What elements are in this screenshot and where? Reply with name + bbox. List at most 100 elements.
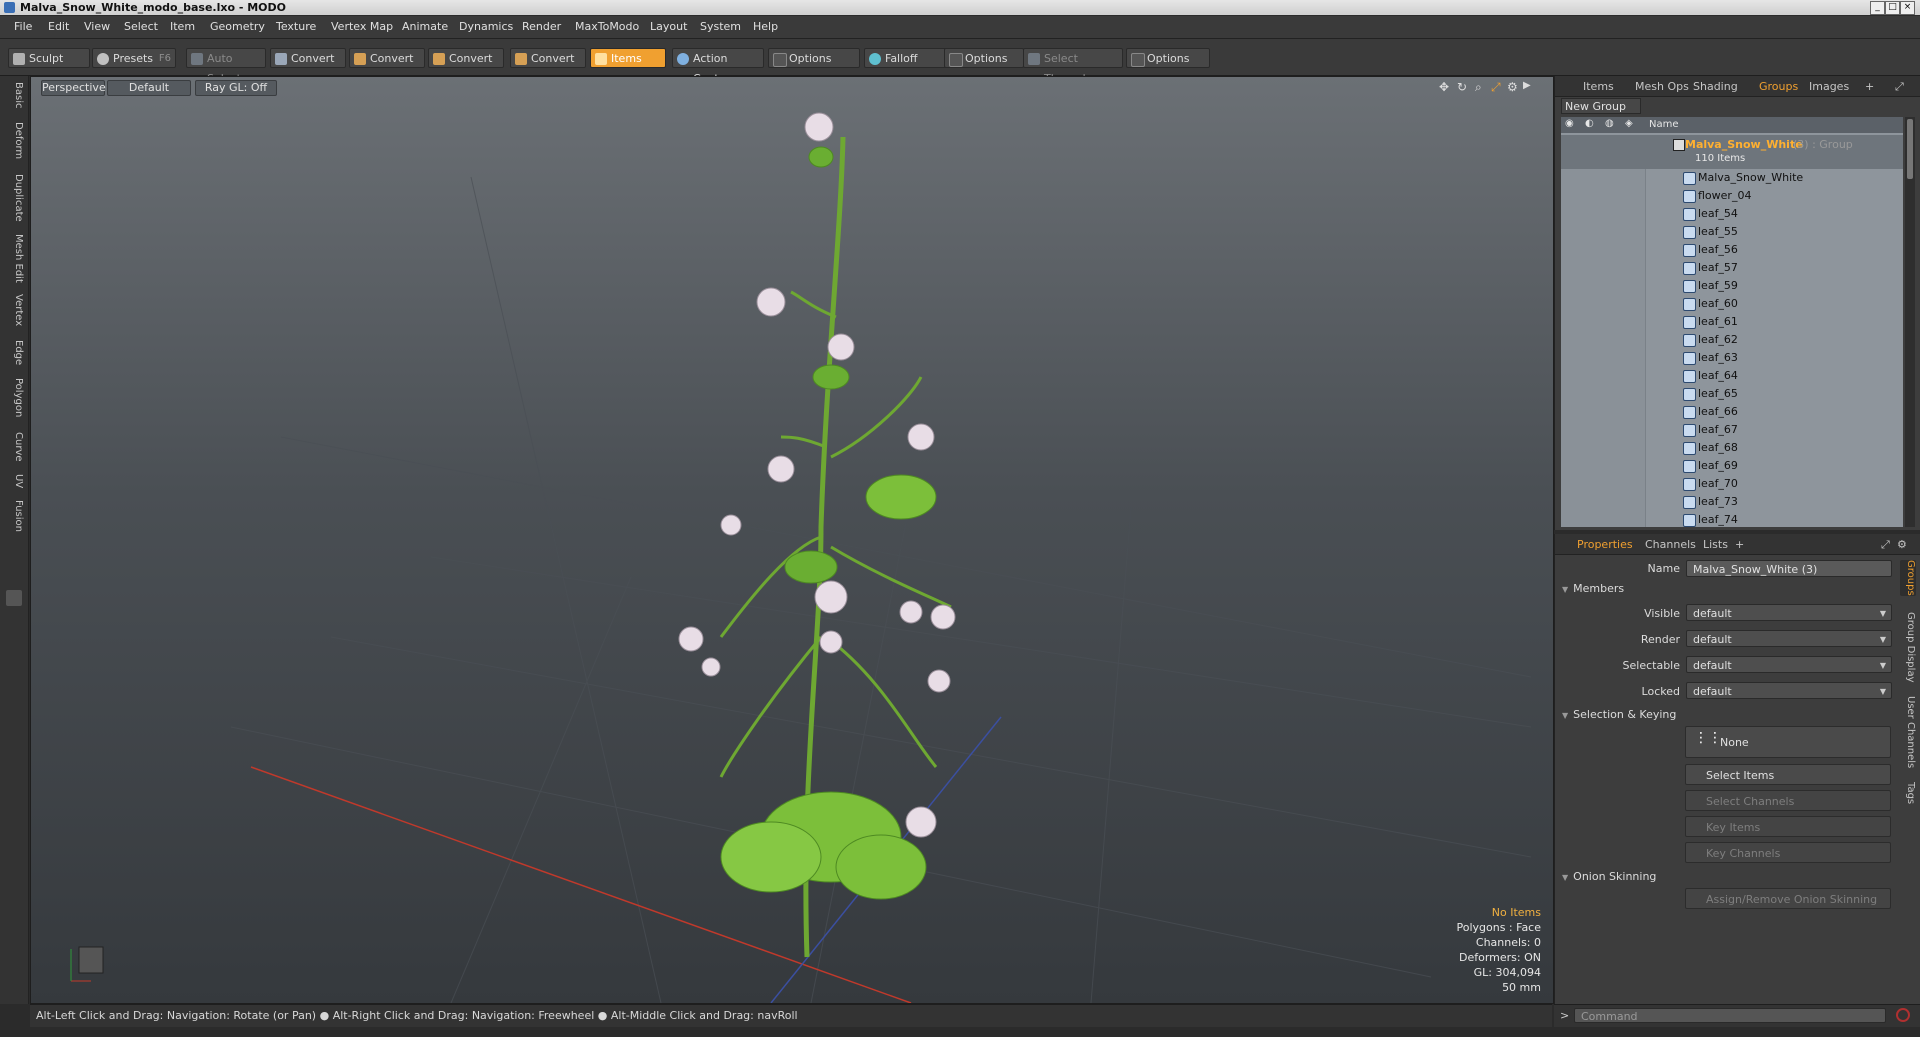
side-tab-tags[interactable]: Tags — [1900, 782, 1916, 804]
options-button-1[interactable]: Options — [768, 48, 860, 68]
convert-button-3[interactable]: Convert — [428, 48, 504, 68]
list-item[interactable]: leaf_61 — [1561, 313, 1903, 331]
side-tab-user-channels[interactable]: User Channels — [1900, 696, 1916, 768]
menu-dynamics[interactable]: Dynamics — [459, 20, 513, 33]
visibility-cell[interactable] — [1561, 331, 1646, 349]
list-item[interactable]: leaf_69 — [1561, 457, 1903, 475]
record-icon[interactable] — [1896, 1008, 1910, 1022]
action-center-button[interactable]: Action Center — [672, 48, 764, 85]
fit-view-icon[interactable]: ⤢ — [1491, 80, 1501, 95]
key-items-button[interactable]: Key Items — [1685, 816, 1891, 837]
menu-render[interactable]: Render — [522, 20, 561, 33]
add-properties-tab[interactable]: + — [1735, 538, 1744, 551]
none-button[interactable]: ⋮⋮ None — [1685, 726, 1891, 758]
side-tab-groups[interactable]: Groups — [1900, 560, 1916, 596]
projection-dropdown[interactable]: Perspective — [41, 80, 106, 96]
visibility-cell[interactable] — [1561, 475, 1646, 493]
render-dropdown[interactable]: default ▼ — [1686, 630, 1892, 647]
list-item[interactable]: flower_04 — [1561, 187, 1903, 205]
list-item[interactable]: leaf_55 — [1561, 223, 1903, 241]
list-item[interactable]: leaf_66 — [1561, 403, 1903, 421]
items-mode-button[interactable]: Items — [590, 48, 666, 68]
falloff-button[interactable]: Falloff — [864, 48, 948, 68]
menu-file[interactable]: File — [14, 20, 32, 33]
visible-dropdown[interactable]: default ▼ — [1686, 604, 1892, 621]
tab-groups[interactable]: Groups — [1759, 80, 1798, 93]
list-item[interactable]: leaf_64 — [1561, 367, 1903, 385]
list-item[interactable]: leaf_57 — [1561, 259, 1903, 277]
visibility-cell[interactable] — [1561, 277, 1646, 295]
raygl-toggle[interactable]: Ray GL: Off — [195, 80, 277, 96]
render-column-icon[interactable]: ◐ — [1585, 118, 1594, 129]
tab-items[interactable]: Items — [1583, 80, 1614, 93]
visibility-cell[interactable] — [1561, 169, 1646, 187]
menu-item[interactable]: Item — [170, 20, 195, 33]
list-item[interactable]: leaf_59 — [1561, 277, 1903, 295]
locked-dropdown[interactable]: default ▼ — [1686, 682, 1892, 699]
properties-gear-icon[interactable]: ⚙ — [1897, 538, 1907, 551]
visibility-cell[interactable] — [1561, 421, 1646, 439]
menu-geometry[interactable]: Geometry — [210, 20, 265, 33]
tab-duplicate[interactable]: Duplicate — [4, 174, 24, 222]
selection-keying-section[interactable]: ▼ Selection & Keying — [1562, 708, 1676, 721]
name-field[interactable]: Malva_Snow_White (3) — [1686, 560, 1892, 577]
menu-vertex-map[interactable]: Vertex Map — [331, 20, 393, 33]
zoom-icon[interactable]: ⌕ — [1475, 80, 1482, 95]
menu-select[interactable]: Select — [124, 20, 158, 33]
menu-help[interactable]: Help — [753, 20, 778, 33]
settings-gear-icon[interactable]: ⚙ — [1507, 80, 1518, 94]
list-item[interactable]: leaf_65 — [1561, 385, 1903, 403]
tab-mesh-ops[interactable]: Mesh Ops — [1635, 80, 1689, 93]
convert-button-2[interactable]: Convert — [349, 48, 425, 68]
visibility-cell[interactable] — [1561, 493, 1646, 511]
tab-shading[interactable]: Shading — [1693, 80, 1738, 93]
visibility-cell[interactable] — [1561, 241, 1646, 259]
tab-vertex[interactable]: Vertex — [4, 294, 24, 326]
menu-system[interactable]: System — [700, 20, 741, 33]
tab-uv[interactable]: UV — [4, 474, 24, 488]
visibility-cell[interactable] — [1561, 511, 1646, 527]
menu-maxtomodo[interactable]: MaxToModo — [575, 20, 639, 33]
add-tab-button[interactable]: + — [1865, 80, 1874, 93]
tab-edge[interactable]: Edge — [4, 340, 24, 365]
tab-fusion[interactable]: Fusion — [4, 500, 24, 532]
pan-icon[interactable]: ✥ — [1439, 80, 1449, 94]
list-item[interactable]: leaf_54 — [1561, 205, 1903, 223]
key-channels-button[interactable]: Key Channels — [1685, 842, 1891, 863]
menu-layout[interactable]: Layout — [650, 20, 687, 33]
viewport-menu-arrow-icon[interactable]: ▶ — [1523, 80, 1531, 91]
visibility-cell[interactable] — [1561, 403, 1646, 421]
visibility-cell[interactable] — [1561, 187, 1646, 205]
visibility-cell[interactable] — [1561, 205, 1646, 223]
name-column-header[interactable]: Name — [1649, 119, 1679, 130]
list-item[interactable]: leaf_70 — [1561, 475, 1903, 493]
tab-polygon[interactable]: Polygon — [4, 378, 24, 417]
visibility-cell[interactable] — [1561, 367, 1646, 385]
tab-deform[interactable]: Deform — [4, 122, 24, 159]
list-item[interactable]: leaf_74 — [1561, 511, 1903, 527]
menu-texture[interactable]: Texture — [276, 20, 316, 33]
new-group-button[interactable]: New Group — [1561, 98, 1641, 114]
select-items-button[interactable]: Select Items — [1685, 764, 1891, 785]
presets-button[interactable]: Presets F6 — [92, 48, 176, 68]
lock-column-icon[interactable]: ◍ — [1605, 118, 1614, 129]
convert-button-1[interactable]: Convert — [270, 48, 346, 68]
expand-tabs-button[interactable] — [6, 590, 22, 606]
close-button[interactable]: × — [1900, 1, 1915, 15]
list-item[interactable]: leaf_68 — [1561, 439, 1903, 457]
convert-button-4[interactable]: Convert — [510, 48, 586, 68]
list-item[interactable]: Malva_Snow_White — [1561, 169, 1903, 187]
group-row[interactable]: Malva_Snow_White (3) : Group 110 Items — [1561, 135, 1903, 169]
scrollbar-thumb[interactable] — [1907, 119, 1913, 179]
menu-animate[interactable]: Animate — [402, 20, 448, 33]
list-item[interactable]: leaf_73 — [1561, 493, 1903, 511]
minimize-button[interactable]: _ — [1870, 1, 1885, 15]
side-tab-group-display[interactable]: Group Display — [1900, 612, 1916, 682]
list-item[interactable]: leaf_62 — [1561, 331, 1903, 349]
select-column-icon[interactable]: ◈ — [1625, 118, 1633, 129]
list-item[interactable]: leaf_67 — [1561, 421, 1903, 439]
expand-properties-icon[interactable]: ⤢ — [1881, 538, 1890, 552]
tab-images[interactable]: Images — [1809, 80, 1849, 93]
visibility-cell[interactable] — [1561, 385, 1646, 403]
command-input[interactable]: Command — [1574, 1008, 1886, 1023]
